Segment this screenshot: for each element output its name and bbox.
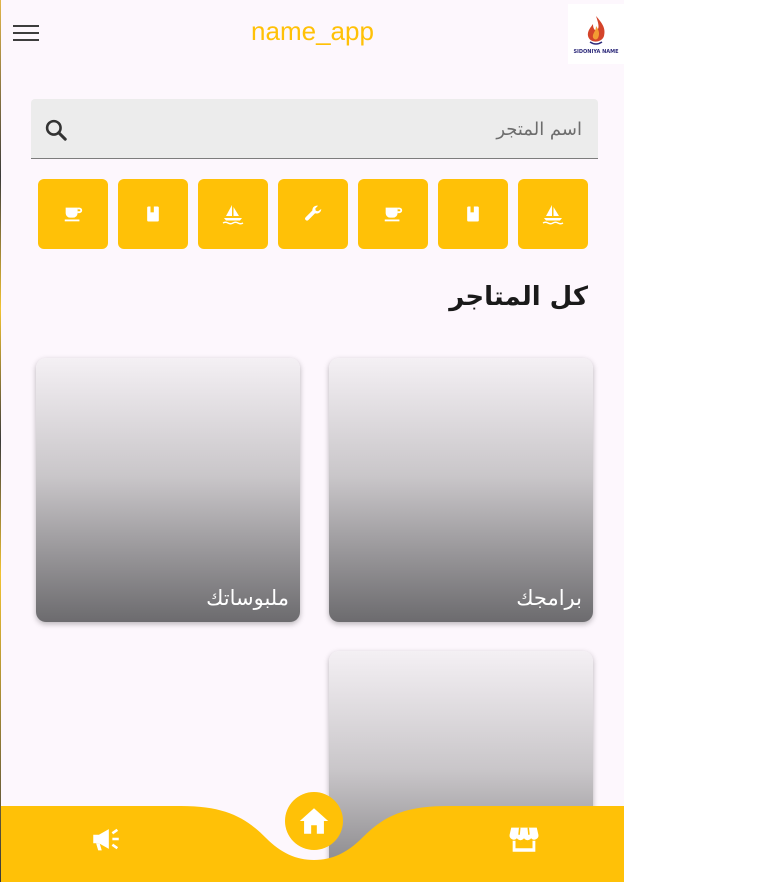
- category-button-book-2[interactable]: [438, 179, 508, 249]
- coffee-icon: [64, 207, 83, 222]
- store-card[interactable]: برامجك: [329, 358, 593, 622]
- flame-logo-icon: [587, 15, 605, 45]
- book-icon: [467, 206, 479, 222]
- category-button-sailboat-2[interactable]: [518, 179, 588, 249]
- search-icon[interactable]: [43, 117, 69, 143]
- store-card-label: ملبوساتك: [206, 586, 289, 610]
- coffee-icon: [384, 207, 403, 222]
- ads-nav-button[interactable]: [87, 822, 125, 856]
- store-card-label: برامجك: [516, 586, 582, 610]
- stores-nav-button[interactable]: [506, 822, 542, 856]
- section-title: كل المتاجر: [449, 282, 588, 312]
- book-icon: [147, 206, 159, 222]
- app-title: name_app: [251, 16, 374, 46]
- bottom-navigation-bar: [1, 776, 624, 882]
- app-bar: name_app SIDONIYA NAME: [1, 0, 624, 68]
- search-bar: [31, 99, 598, 160]
- sailboat-icon: [542, 205, 564, 225]
- category-button-tools[interactable]: [278, 179, 348, 249]
- home-nav-button[interactable]: [295, 804, 333, 838]
- search-input[interactable]: [100, 99, 584, 160]
- logo-text: SIDONIYA NAME: [573, 48, 619, 55]
- category-button-book[interactable]: [118, 179, 188, 249]
- category-button-coffee-2[interactable]: [358, 179, 428, 249]
- category-row: [38, 179, 598, 249]
- storefront-icon: [509, 827, 539, 852]
- app-screen: name_app SIDONIYA NAME اسم المتجر كل الم…: [1, 0, 624, 882]
- megaphone-icon: [93, 828, 119, 851]
- store-card[interactable]: ملبوساتك: [36, 358, 300, 622]
- category-button-coffee[interactable]: [38, 179, 108, 249]
- app-logo: SIDONIYA NAME: [568, 4, 624, 64]
- category-button-sailboat[interactable]: [198, 179, 268, 249]
- home-icon: [299, 808, 329, 834]
- sailboat-icon: [222, 205, 244, 225]
- wrench-icon: [305, 205, 322, 221]
